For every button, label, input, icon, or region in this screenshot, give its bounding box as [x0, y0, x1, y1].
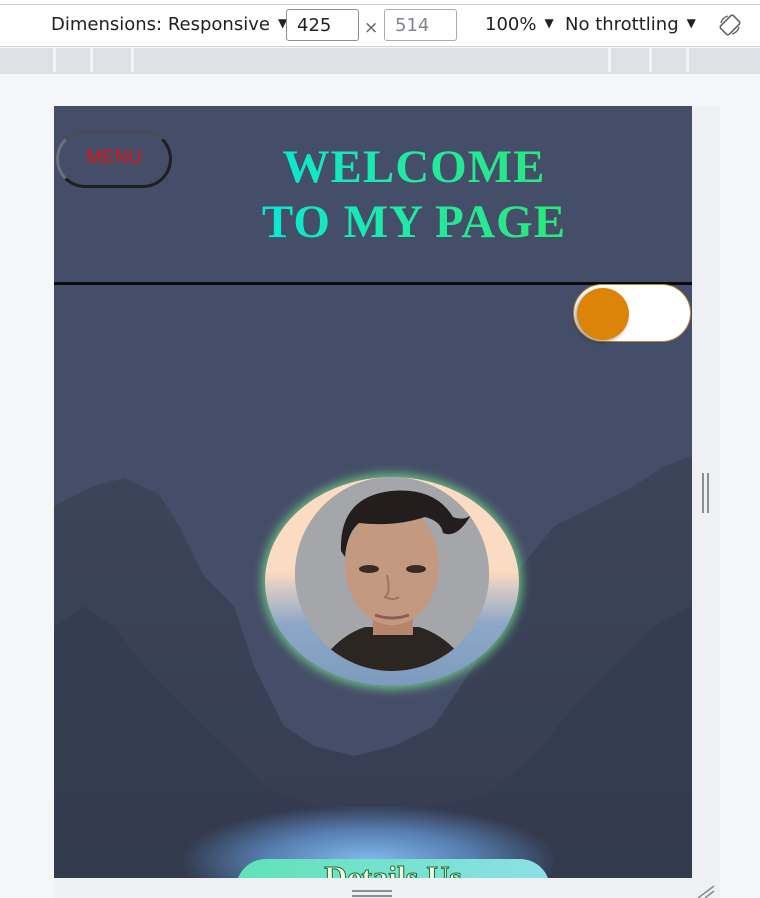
dimensions-label: Dimensions: Responsive	[51, 14, 270, 35]
caret-down-icon: ▼	[544, 16, 554, 30]
width-input[interactable]: 425	[286, 9, 359, 41]
theme-toggle[interactable]	[573, 284, 691, 342]
ruler-marker	[649, 48, 652, 72]
menu-button[interactable]: MENU	[56, 130, 172, 188]
corner-resize-icon[interactable]	[696, 884, 716, 898]
rotate-device-icon[interactable]	[719, 14, 741, 36]
resize-grip-icon[interactable]	[352, 888, 392, 898]
toolbar-divider	[0, 4, 760, 5]
avatar-frame	[265, 477, 519, 686]
throttling-label: No throttling	[565, 14, 679, 35]
ruler-marker	[686, 48, 689, 72]
ruler-marker	[53, 48, 56, 72]
title-line-2: TO MY PAGE	[261, 196, 567, 248]
cta-button[interactable]: Details Us	[236, 859, 550, 878]
ruler-marker	[90, 48, 93, 72]
cta-label: Details Us	[324, 859, 463, 878]
height-input[interactable]: 514	[384, 9, 457, 41]
title-line-1: WELCOME	[282, 141, 546, 193]
page-title: WELCOME TO MY PAGE	[214, 140, 614, 250]
emulated-page: MENU WELCOME TO MY PAGE Details Us	[54, 106, 692, 878]
toggle-knob	[577, 288, 629, 340]
ruler-marker	[608, 48, 611, 72]
dimensions-dropdown[interactable]: Dimensions: Responsive ▼	[51, 14, 287, 35]
avatar	[295, 477, 489, 671]
throttling-dropdown[interactable]: No throttling ▼	[565, 14, 696, 35]
device-toolbar: Dimensions: Responsive ▼ 425 × 514 100% ▼ …	[0, 0, 760, 47]
zoom-dropdown[interactable]: 100% ▼	[485, 14, 554, 35]
resize-grip-icon[interactable]	[701, 473, 711, 513]
times-sign: ×	[364, 18, 379, 38]
caret-down-icon: ▼	[686, 16, 696, 30]
media-query-ruler[interactable]	[0, 48, 760, 74]
zoom-label: 100%	[485, 14, 537, 35]
profile-photo	[295, 477, 489, 671]
ruler-marker	[131, 48, 134, 72]
